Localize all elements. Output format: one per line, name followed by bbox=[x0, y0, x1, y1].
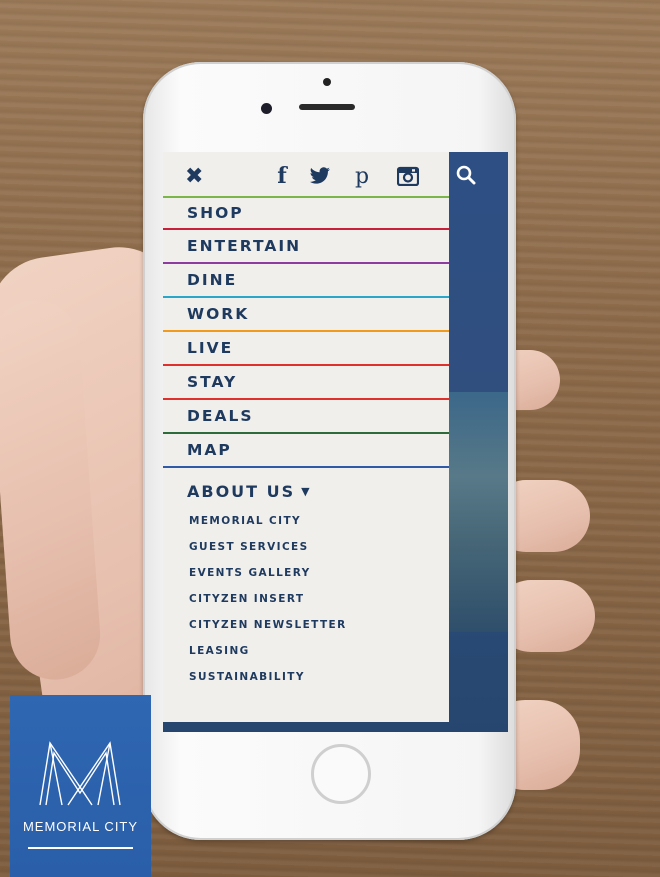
menu-item-about-us[interactable]: ABOUT US ▼ bbox=[187, 482, 312, 501]
m-logo-icon bbox=[39, 741, 121, 806]
phone-screen: ✖ f p SHOP ENTERTAIN DINE WORK LIVE STAY… bbox=[163, 152, 508, 732]
instagram-icon[interactable] bbox=[395, 164, 421, 188]
home-button[interactable] bbox=[311, 744, 371, 804]
about-us-label: ABOUT US bbox=[187, 482, 296, 501]
drawer-top-bar: ✖ f p bbox=[163, 152, 449, 196]
proximity-sensor bbox=[323, 78, 331, 86]
about-us-submenu: MEMORIAL CITY GUEST SERVICES EVENTS GALL… bbox=[189, 508, 347, 690]
menu-item-live[interactable]: LIVE bbox=[163, 332, 449, 366]
submenu-item-cityzen-insert[interactable]: CITYZEN INSERT bbox=[189, 586, 347, 612]
submenu-item-sustainability[interactable]: SUSTAINABILITY bbox=[189, 664, 347, 690]
facebook-icon[interactable]: f bbox=[269, 163, 295, 189]
main-menu: SHOP ENTERTAIN DINE WORK LIVE STAY DEALS… bbox=[163, 196, 449, 468]
logo-underline bbox=[28, 847, 133, 849]
front-camera bbox=[261, 103, 272, 114]
close-icon[interactable]: ✖ bbox=[185, 166, 203, 188]
search-button[interactable] bbox=[451, 160, 481, 190]
menu-item-dine[interactable]: DINE bbox=[163, 264, 449, 298]
caret-down-icon: ▼ bbox=[301, 485, 312, 498]
menu-item-work[interactable]: WORK bbox=[163, 298, 449, 332]
submenu-item-leasing[interactable]: LEASING bbox=[189, 638, 347, 664]
menu-item-stay[interactable]: STAY bbox=[163, 366, 449, 400]
submenu-item-events-gallery[interactable]: EVENTS GALLERY bbox=[189, 560, 347, 586]
twitter-icon[interactable] bbox=[307, 164, 333, 188]
menu-item-shop[interactable]: SHOP bbox=[163, 196, 449, 230]
earpiece-speaker bbox=[299, 104, 355, 110]
submenu-item-cityzen-newsletter[interactable]: CITYZEN NEWSLETTER bbox=[189, 612, 347, 638]
submenu-item-memorial-city[interactable]: MEMORIAL CITY bbox=[189, 508, 347, 534]
navigation-drawer: ✖ f p SHOP ENTERTAIN DINE WORK LIVE STAY… bbox=[163, 152, 449, 730]
menu-item-entertain[interactable]: ENTERTAIN bbox=[163, 230, 449, 264]
menu-item-deals[interactable]: DEALS bbox=[163, 400, 449, 434]
pinterest-icon[interactable]: p bbox=[349, 164, 375, 189]
menu-item-map[interactable]: MAP bbox=[163, 434, 449, 468]
search-icon bbox=[456, 165, 476, 185]
submenu-item-guest-services[interactable]: GUEST SERVICES bbox=[189, 534, 347, 560]
memorial-city-logo: MEMORIAL CITY bbox=[10, 695, 151, 877]
logo-wordmark: MEMORIAL CITY bbox=[22, 819, 139, 834]
